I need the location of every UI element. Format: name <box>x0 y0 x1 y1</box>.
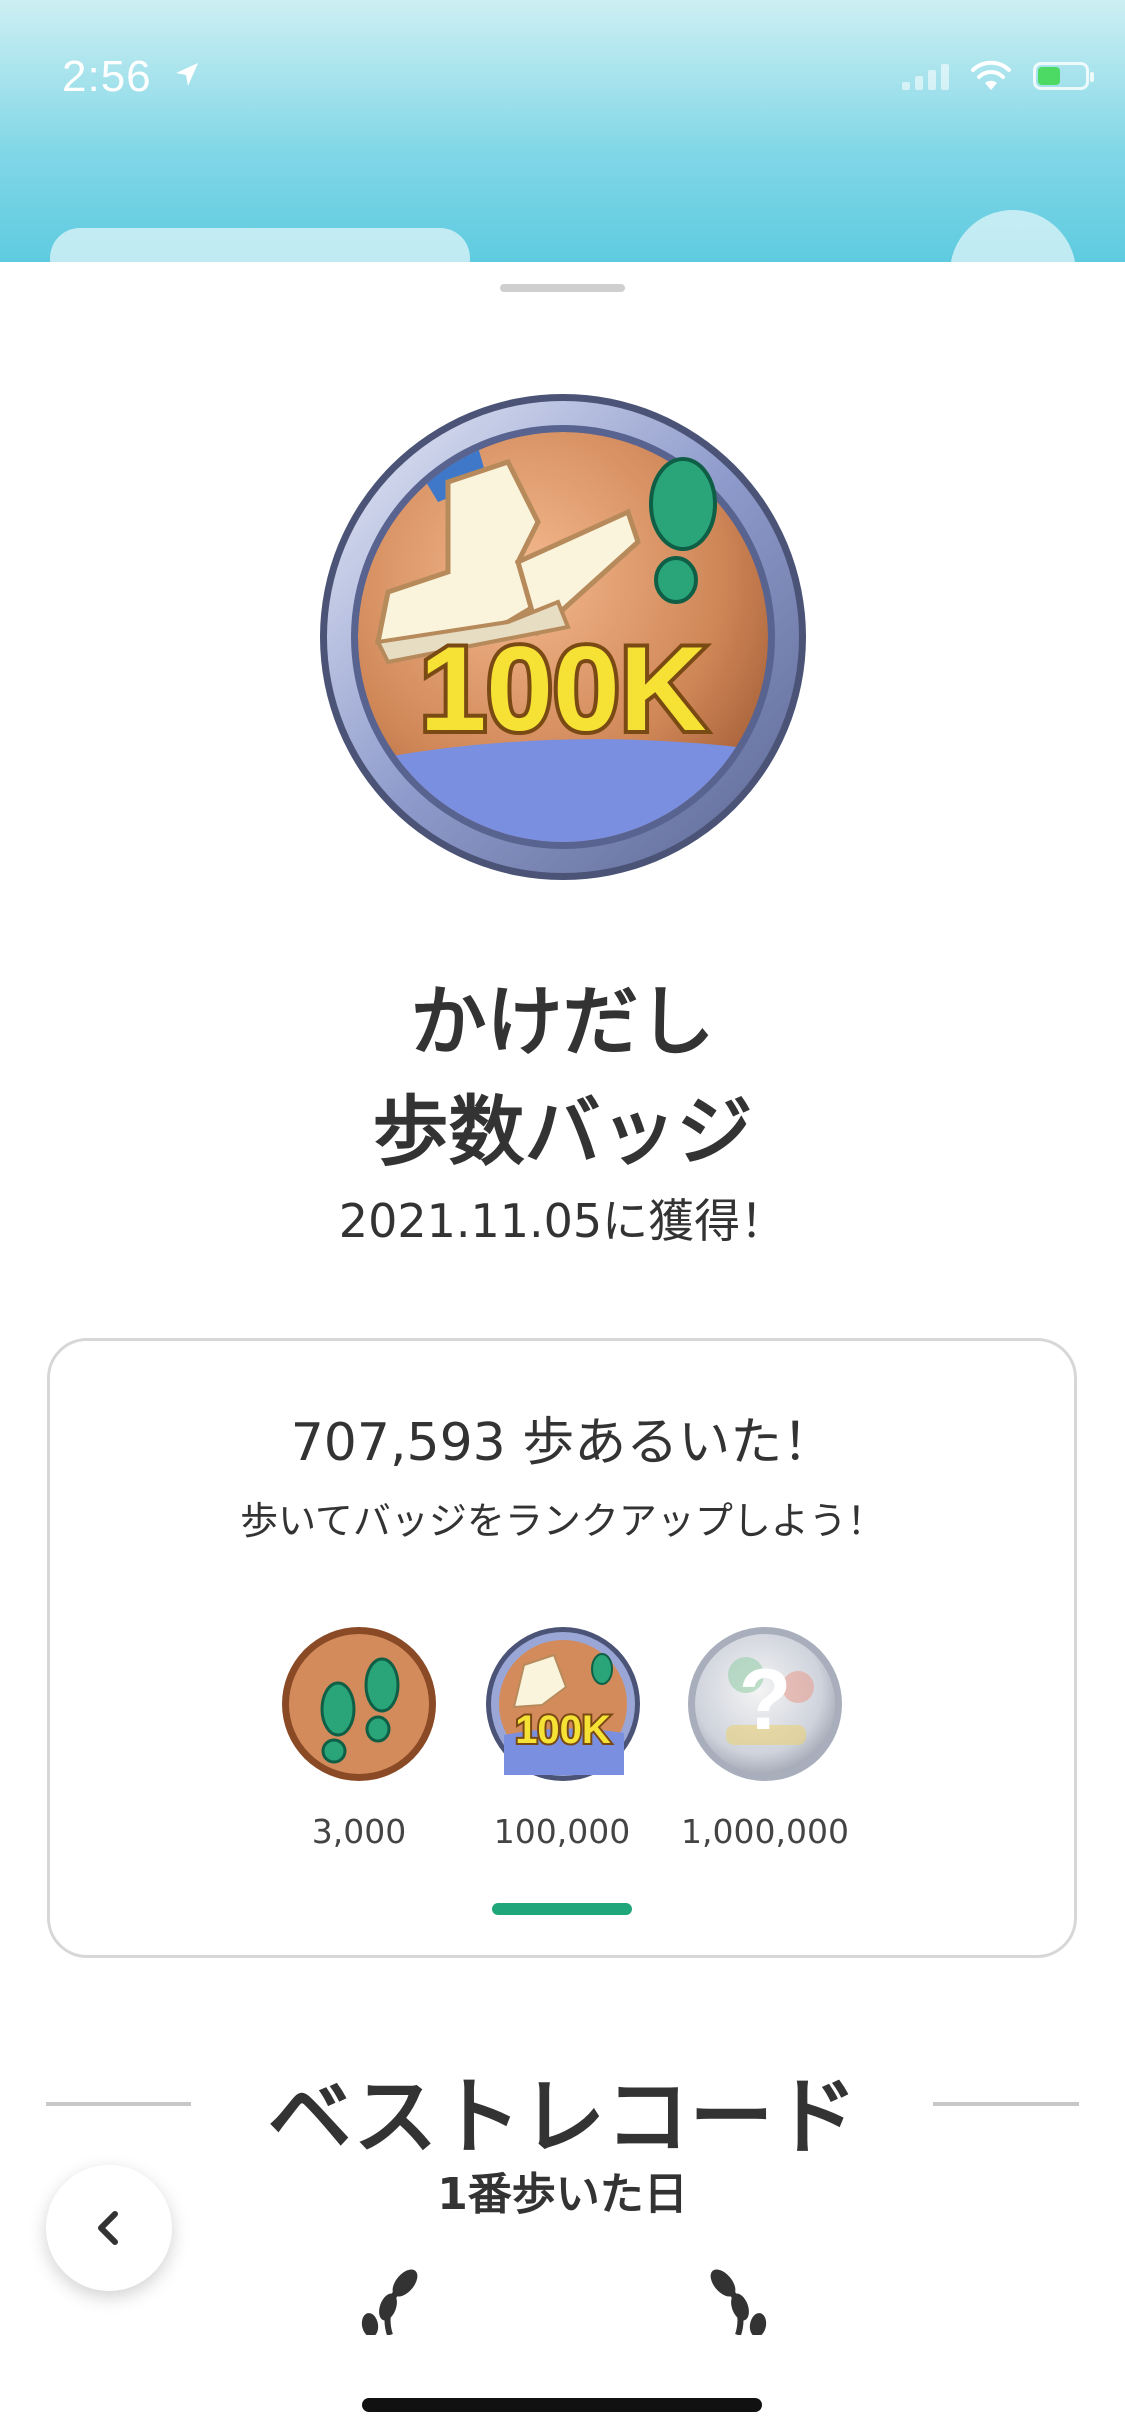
svg-text:?: ? <box>739 1652 792 1748</box>
back-button[interactable] <box>46 2165 172 2291</box>
acquired-date: 2021.11.05に獲得！ <box>338 1194 787 1248</box>
tier-label-3000: 3,000 <box>311 1812 407 1851</box>
best-record-title: ベストレコード <box>267 2068 858 2166</box>
svg-text:100K: 100K <box>420 622 707 756</box>
status-icons <box>902 60 1094 92</box>
header-background <box>0 0 1125 262</box>
laurel-left-icon <box>361 2269 418 2335</box>
signal-icon <box>902 62 949 90</box>
100k-badge-icon[interactable]: 100K <box>484 1625 642 1783</box>
sheet-grabber[interactable] <box>500 284 625 292</box>
home-indicator <box>362 2398 762 2412</box>
badge-100k-icon: 100K <box>320 394 806 880</box>
badge-title-line2: 歩数バッジ <box>372 1087 753 1176</box>
locked-badge-icon[interactable]: ? <box>686 1625 844 1783</box>
laurel-right-icon <box>710 2269 767 2335</box>
rankup-hint: 歩いてバッジをランクアップしよう！ <box>240 1499 885 1543</box>
status-time: 2:56 <box>62 52 152 101</box>
badge-title-line1: かけだし <box>410 977 715 1066</box>
tier-label-1000000: 1,000,000 <box>681 1812 849 1851</box>
tier-page-indicator <box>492 1903 632 1915</box>
battery-icon <box>1033 62 1094 90</box>
total-steps-text: 707,593 歩あるいた！ <box>290 1413 835 1473</box>
chevron-left-icon <box>98 2211 118 2245</box>
tier-label-100000: 100,000 <box>493 1812 631 1851</box>
location-arrow-icon <box>176 63 198 86</box>
wifi-icon <box>971 60 1011 90</box>
svg-text:100K: 100K <box>515 1708 611 1752</box>
footprints-badge-icon[interactable] <box>280 1625 438 1783</box>
